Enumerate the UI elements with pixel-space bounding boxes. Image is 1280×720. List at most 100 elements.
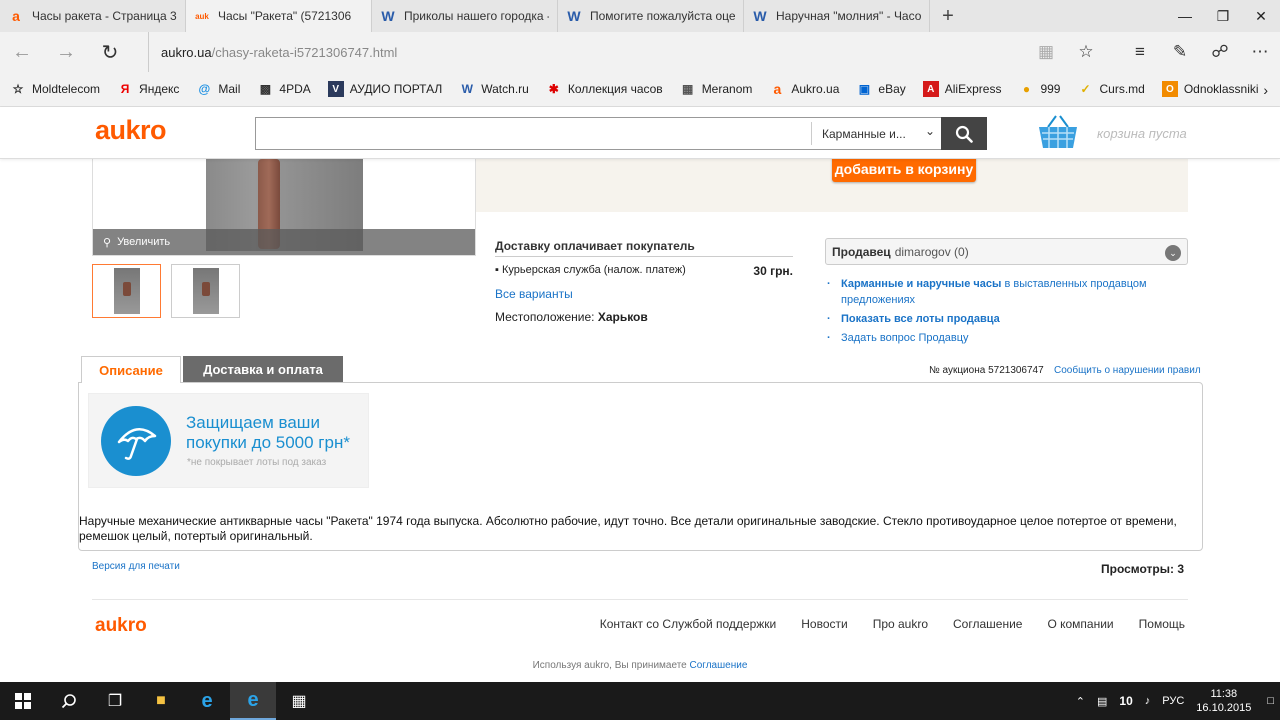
network-icon[interactable]: ▤ <box>1097 695 1107 708</box>
favorite-curs[interactable]: ✓ Curs.md <box>1077 81 1144 97</box>
tab-label: Приколы нашего городка - <box>404 9 549 23</box>
search-category-select[interactable]: Карманные и... ⌄ <box>811 122 941 145</box>
footer-link-help[interactable]: Помощь <box>1139 617 1185 631</box>
web-note-icon[interactable]: ✎ <box>1160 32 1200 72</box>
favorite-star-icon[interactable]: ☆ <box>1066 32 1106 72</box>
favorite-label: Aukro.ua <box>791 82 840 96</box>
seller-category-link[interactable]: Карманные и наручные часы в выставленных… <box>827 276 1187 308</box>
favorite-aliexpress[interactable]: A AliExpress <box>922 81 1001 97</box>
search-button[interactable] <box>941 117 987 150</box>
search-category-label: Карманные и... <box>822 126 906 141</box>
ask-seller-link[interactable]: Задать вопрос Продавцу <box>827 330 1187 346</box>
file-explorer-icon[interactable]: ■ <box>138 682 184 720</box>
task-view-icon[interactable]: ❐ <box>92 682 138 720</box>
forward-arrow-icon[interactable]: → <box>44 32 88 72</box>
favorite-aukro[interactable]: a Aukro.ua <box>769 81 839 97</box>
footer-link-support[interactable]: Контакт со Службой поддержки <box>600 617 776 631</box>
agreement-link[interactable]: Соглашение <box>690 660 748 671</box>
protection-note: *не покрывает лоты под заказ <box>187 457 327 468</box>
back-arrow-icon[interactable]: ← <box>0 32 44 72</box>
thumbnail-2[interactable] <box>171 264 240 318</box>
search-icon[interactable] <box>46 682 92 720</box>
thumbnail-1[interactable] <box>92 264 161 318</box>
curs-icon: ✓ <box>1080 82 1091 96</box>
browser-tab-1[interactable]: a Часы ракета - Страница 3 - <box>0 0 186 32</box>
reading-view-icon[interactable]: ▦ <box>1026 32 1066 72</box>
browser-tab-4[interactable]: W Помогите пожалуйста оцен <box>558 0 744 32</box>
protection-title-line2: покупки до 5000 грн* <box>186 433 350 452</box>
minimize-icon[interactable]: — <box>1166 0 1204 32</box>
favorite-mail[interactable]: @ Mail <box>196 81 241 97</box>
store-icon[interactable]: ▦ <box>276 682 322 720</box>
favorite-label: Mail <box>218 82 241 96</box>
aukro-favicon-icon: a <box>12 8 20 24</box>
location-value: Харьков <box>597 310 648 324</box>
new-tab-button[interactable]: + <box>930 0 966 32</box>
aukro-logo[interactable]: aukro <box>95 115 167 146</box>
browser-tab-3[interactable]: W Приколы нашего городка - <box>372 0 558 32</box>
restore-icon[interactable]: ❐ <box>1204 0 1242 32</box>
close-icon[interactable]: ✕ <box>1242 0 1280 32</box>
favorite-label: 999 <box>1040 82 1061 96</box>
favorite-999[interactable]: ● 999 <box>1018 81 1061 97</box>
agreement-prefix: Используя aukro, Вы принимаете <box>532 660 687 671</box>
cart-status[interactable]: корзина пуста <box>1097 126 1187 141</box>
cart-icon: ▦ <box>682 82 694 96</box>
footer-link-about-aukro[interactable]: Про aukro <box>873 617 928 631</box>
refresh-icon[interactable]: ↻ <box>88 32 132 72</box>
favorite-watch-collection[interactable]: ✱ Коллекция часов <box>546 81 663 97</box>
favorite-ebay[interactable]: ▣ eBay <box>856 81 906 97</box>
w-favicon-icon: W <box>753 8 767 24</box>
hub-icon[interactable]: ≡ <box>1120 32 1160 72</box>
print-version-link[interactable]: Версия для печати <box>92 561 180 572</box>
all-options-link[interactable]: Все варианты <box>495 287 573 301</box>
favorite-odnoklassniki[interactable]: O Odnoklassniki <box>1161 81 1259 97</box>
favorite-meranom[interactable]: ▦ Meranom <box>680 81 752 97</box>
more-icon[interactable]: ⋯ <box>1240 32 1280 72</box>
search-input[interactable] <box>256 118 811 149</box>
product-photo[interactable]: ⚲ Увеличить <box>92 159 476 256</box>
browser-tab-5[interactable]: W Наручная "молния" - Часов <box>744 0 930 32</box>
share-icon[interactable]: ☍ <box>1200 32 1240 72</box>
favorites-more-icon[interactable]: › <box>1263 72 1268 107</box>
favorite-moldtelecom[interactable]: ☆ Moldtelecom <box>10 81 100 97</box>
action-center-icon[interactable]: □ <box>1267 695 1274 707</box>
search-box: Карманные и... ⌄ <box>255 117 987 150</box>
aliexpress-icon: A <box>922 81 939 97</box>
footer-aukro-logo[interactable]: aukro <box>95 615 147 637</box>
language-indicator[interactable]: РУС <box>1162 695 1184 707</box>
url-field[interactable]: aukro.ua/chasy-raketa-i5721306747.html <box>148 32 397 72</box>
url-host: aukro.ua <box>161 44 212 60</box>
favorite-audio-portal[interactable]: V АУДИО ПОРТАЛ <box>327 81 443 97</box>
zoom-button[interactable]: ⚲ Увеличить <box>93 229 475 255</box>
favorite-label: АУДИО ПОРТАЛ <box>349 82 443 96</box>
edge-icon[interactable]: e <box>230 682 276 720</box>
add-to-cart-button[interactable]: добавить в корзину <box>832 155 976 182</box>
favorite-label: Watch.ru <box>481 82 529 96</box>
delivery-option: ▪ Курьерская служба (налож. платеж) 30 г… <box>495 264 793 278</box>
seller-box[interactable]: Продавец dimarogov (0) ⌄ <box>825 238 1188 265</box>
browser-tab-2[interactable]: auk Часы "Ракета" (5721306 <box>186 0 372 32</box>
favorite-yandex[interactable]: Я Яндекс <box>117 81 180 97</box>
delivery-method: Курьерская служба (налож. платеж) <box>501 264 686 276</box>
buyer-protection-banner[interactable]: Защищаем ваши покупки до 5000 грн* *не п… <box>88 393 369 488</box>
chevron-down-icon[interactable]: ⌄ <box>1165 245 1181 261</box>
clock[interactable]: 11:38 16.10.2015 <box>1196 687 1251 715</box>
favorite-watch-ru[interactable]: W Watch.ru <box>459 81 529 97</box>
tab-description[interactable]: Описание <box>81 356 181 383</box>
seller-all-lots-link[interactable]: Показать все лоты продавца <box>827 311 1187 327</box>
report-violation-link[interactable]: Сообщить о нарушении правил <box>1054 365 1201 376</box>
footer-link-agreement[interactable]: Соглашение <box>953 617 1022 631</box>
windows-start-icon[interactable] <box>0 682 46 720</box>
notification-badge[interactable]: 10 <box>1119 694 1132 708</box>
volume-icon[interactable]: ♪ <box>1145 695 1151 707</box>
internet-explorer-icon[interactable]: e <box>184 682 230 720</box>
footer-link-company[interactable]: О компании <box>1047 617 1113 631</box>
tab-delivery-payment[interactable]: Доставка и оплата <box>183 356 343 382</box>
footer-link-news[interactable]: Новости <box>801 617 847 631</box>
tab-label: Часы "Ракета" (5721306 <box>218 9 352 23</box>
shopping-basket-icon[interactable] <box>1036 113 1080 151</box>
chevron-up-icon[interactable]: ⌃ <box>1076 695 1085 708</box>
favorite-4pda[interactable]: ▩ 4PDA <box>257 81 311 97</box>
